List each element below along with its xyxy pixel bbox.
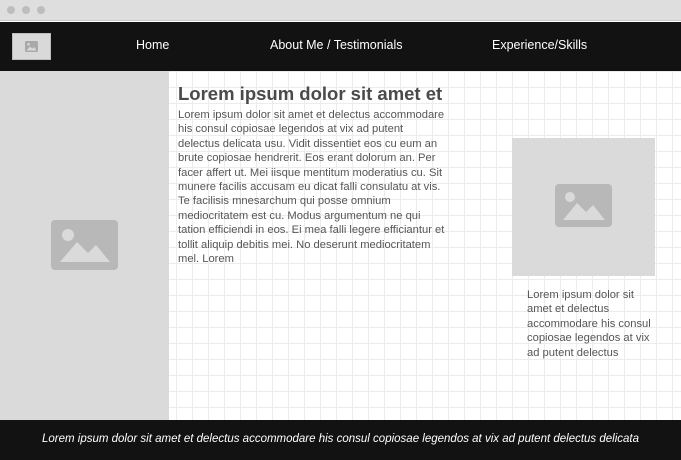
window-titlebar [0, 0, 681, 21]
main-content-area: Lorem ipsum dolor sit amet et Lorem ipsu… [0, 71, 681, 420]
window-close-dot[interactable] [7, 6, 15, 14]
image-placeholder-icon [25, 41, 38, 52]
page-footer: Lorem ipsum dolor sit amet et delectus a… [0, 420, 681, 460]
footer-text: Lorem ipsum dolor sit amet et delectus a… [41, 433, 640, 445]
image-placeholder-icon [51, 220, 118, 270]
nav-link-about-testimonials[interactable]: About Me / Testimonials [270, 38, 402, 52]
window-minimize-dot[interactable] [22, 6, 30, 14]
nav-link-experience-skills[interactable]: Experience/Skills [492, 38, 587, 52]
image-placeholder-icon [555, 184, 612, 227]
article-content: Lorem ipsum dolor sit amet et Lorem ipsu… [178, 83, 446, 266]
article-body-text: Lorem ipsum dolor sit amet et delectus a… [178, 109, 445, 266]
side-image-placeholder [512, 138, 655, 276]
sidebar-image-placeholder [0, 71, 169, 420]
side-image-caption: Lorem ipsum dolor sit amet et delectus a… [527, 289, 651, 359]
article-heading: Lorem ipsum dolor sit amet et [178, 83, 443, 104]
top-navbar: Home About Me / Testimonials Experience/… [0, 22, 681, 71]
nav-link-home[interactable]: Home [136, 38, 169, 52]
window-maximize-dot[interactable] [37, 6, 45, 14]
site-logo[interactable] [12, 33, 51, 60]
